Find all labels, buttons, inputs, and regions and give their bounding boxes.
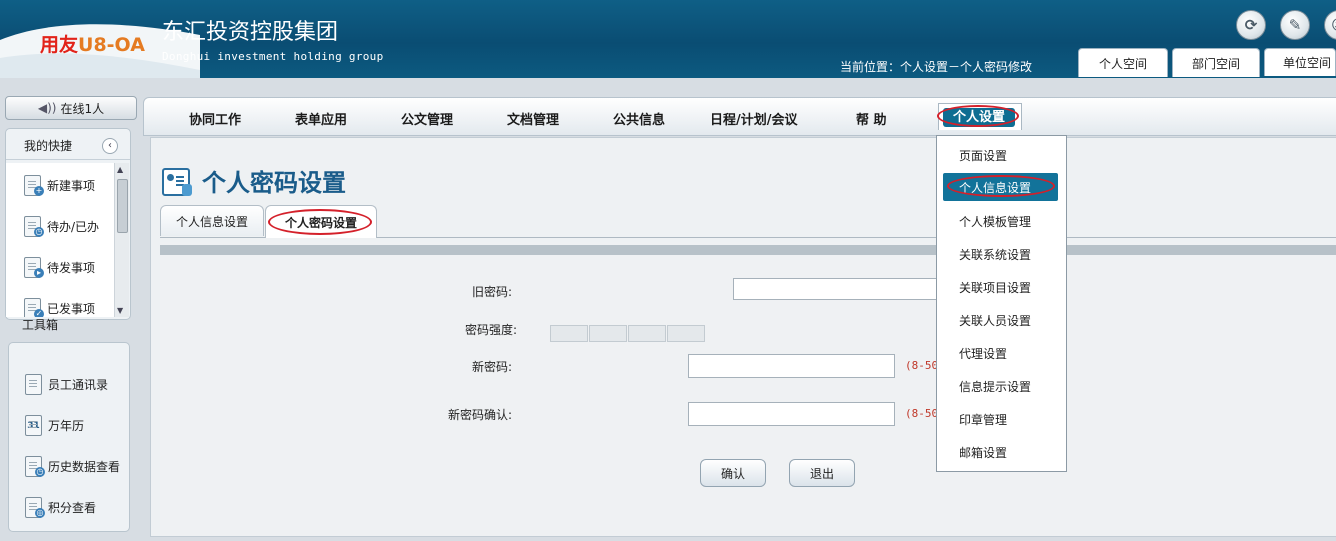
- tab-personal-password[interactable]: 个人密码设置: [265, 205, 377, 238]
- strength-segment: [628, 325, 666, 342]
- online-users-button[interactable]: ◀)) 在线1人: [5, 96, 137, 120]
- strength-segment: [550, 325, 588, 342]
- tab-personal-info[interactable]: 个人信息设置: [160, 205, 264, 236]
- annotation-ring: [947, 175, 1055, 197]
- tools-icon[interactable]: ✎: [1280, 10, 1310, 40]
- logo-brand: 用友: [40, 34, 79, 56]
- tab-personal-space[interactable]: 个人空间: [1078, 48, 1168, 77]
- tab-department-space[interactable]: 部门空间: [1172, 48, 1260, 77]
- quick-links-list: + 新建事项 ◷ 待办/已办 ▸ 待发事项 ✓ 已发事项: [6, 163, 114, 317]
- new-password-hint: (8-50: [905, 359, 939, 372]
- annotation-ring: [268, 209, 372, 235]
- annotation-ring: [937, 105, 1019, 127]
- old-password-label: 旧密码:: [472, 285, 513, 299]
- scroll-thumb[interactable]: [117, 179, 128, 233]
- menu-item-template[interactable]: 个人模板管理: [959, 213, 1031, 230]
- sent-icon: ✓: [22, 297, 44, 317]
- nav-schedule[interactable]: 日程/计划/会议: [710, 109, 798, 128]
- directory-icon: [23, 373, 45, 395]
- toolbox-title: 工具箱: [22, 318, 59, 332]
- nav-personal-settings[interactable]: 个人设置: [937, 103, 1022, 130]
- strength-segment: [667, 325, 705, 342]
- todo-icon: ◷: [22, 215, 44, 237]
- menu-item-linked-systems[interactable]: 关联系统设置: [959, 246, 1031, 263]
- quick-links-scrollbar[interactable]: ▲ ▼: [114, 163, 129, 317]
- confirm-password-hint: (8-50: [905, 407, 939, 420]
- toolbox-item-points[interactable]: ◎ 积分查看: [23, 494, 96, 520]
- toolbox-item-label: 积分查看: [48, 500, 97, 515]
- form-header-band: [160, 245, 1336, 255]
- password-strength-meter: [550, 325, 706, 342]
- page-title-text: 个人密码设置: [202, 169, 346, 197]
- strength-segment: [589, 325, 627, 342]
- menu-item-page-settings[interactable]: 页面设置: [959, 147, 1007, 164]
- confirm-button[interactable]: 确认: [700, 459, 766, 487]
- menu-item-notifications[interactable]: 信息提示设置: [959, 378, 1031, 395]
- new-item-icon: +: [22, 174, 44, 196]
- quick-links-header: 我的快捷 ‹: [6, 129, 130, 160]
- menu-item-linked-people[interactable]: 关联人员设置: [959, 312, 1031, 329]
- calendar-icon: 31: [23, 414, 45, 436]
- refresh-icon[interactable]: ⟳: [1236, 10, 1266, 40]
- password-settings-icon: [162, 166, 192, 196]
- settings-tabs: 个人信息设置 个人密码设置: [160, 205, 1336, 238]
- user-icon[interactable]: ☺: [1324, 10, 1336, 40]
- toolbox-item-label: 万年历: [48, 418, 85, 433]
- menu-item-seals[interactable]: 印章管理: [959, 411, 1007, 428]
- personal-settings-menu: 页面设置 个人信息设置 个人模板管理 关联系统设置 关联项目设置 关联人员设置 …: [936, 135, 1067, 472]
- new-password-label: 新密码:: [472, 360, 513, 374]
- nav-official-docs[interactable]: 公文管理: [401, 109, 453, 128]
- new-password-input[interactable]: [688, 354, 895, 378]
- toolbox-item-calendar[interactable]: 31 万年历: [23, 412, 84, 438]
- tab-unit-space[interactable]: 单位空间: [1264, 48, 1336, 76]
- points-icon: ◎: [23, 496, 45, 518]
- quick-item-sent[interactable]: ✓ 已发事项: [22, 296, 95, 317]
- company-name-en: Donghui investment holding group: [162, 50, 384, 63]
- menu-item-linked-projects[interactable]: 关联项目设置: [959, 279, 1031, 296]
- main-nav: 协同工作 表单应用 公文管理 文档管理 公共信息 日程/计划/会议 帮 助 个人…: [143, 97, 1336, 136]
- exit-button[interactable]: 退出: [789, 459, 855, 487]
- quick-links-panel: 我的快捷 ‹ + 新建事项 ◷ 待办/已办 ▸ 待发事项 ✓ 已发事项 ▲ ▼: [5, 128, 131, 320]
- quick-links-title: 我的快捷: [24, 139, 73, 153]
- company-name-cn: 东汇投资控股集团: [162, 20, 339, 45]
- confirm-password-input[interactable]: [688, 402, 895, 426]
- nav-forms[interactable]: 表单应用: [295, 109, 347, 128]
- menu-item-mailbox[interactable]: 邮箱设置: [959, 444, 1007, 461]
- pending-send-icon: ▸: [22, 256, 44, 278]
- quick-item-label: 已发事项: [47, 301, 96, 316]
- speaker-icon: ◀)): [37, 101, 57, 115]
- nav-public-info[interactable]: 公共信息: [613, 109, 665, 128]
- app-header: 用友U8-OA 东汇投资控股集团 Donghui investment hold…: [0, 0, 1336, 78]
- page-title: 个人密码设置: [162, 163, 346, 198]
- menu-item-delegate[interactable]: 代理设置: [959, 345, 1007, 362]
- nav-documents[interactable]: 文档管理: [507, 109, 559, 128]
- old-password-input[interactable]: [733, 278, 943, 300]
- product-logo: 用友U8-OA: [40, 30, 145, 57]
- scroll-up-icon[interactable]: ▲: [117, 165, 123, 174]
- toolbox-item-history[interactable]: ◷ 历史数据查看: [23, 453, 120, 479]
- scroll-down-icon[interactable]: ▼: [117, 306, 123, 315]
- online-count: 在线1人: [60, 101, 105, 116]
- quick-item-new[interactable]: + 新建事项: [22, 173, 95, 197]
- quick-item-todo[interactable]: ◷ 待办/已办: [22, 214, 99, 238]
- menu-item-personal-info[interactable]: 个人信息设置: [943, 173, 1058, 201]
- toolbox-panel: 员工通讯录 31 万年历 ◷ 历史数据查看 ◎ 积分查看: [8, 342, 130, 532]
- toolbox-item-label: 历史数据查看: [48, 459, 121, 474]
- quick-item-label: 待办/已办: [47, 219, 100, 234]
- history-icon: ◷: [23, 455, 45, 477]
- nav-collaboration[interactable]: 协同工作: [189, 109, 241, 128]
- toolbox-item-label: 员工通讯录: [48, 377, 109, 392]
- current-location: 当前位置：个人设置－个人密码修改: [840, 60, 1033, 74]
- strength-label: 密码强度:: [465, 323, 518, 337]
- quick-item-label: 新建事项: [47, 178, 96, 193]
- collapse-icon[interactable]: ‹: [102, 138, 118, 154]
- confirm-password-label: 新密码确认:: [448, 408, 513, 422]
- logo-product: U8-OA: [78, 34, 145, 56]
- quick-item-label: 待发事项: [47, 260, 96, 275]
- toolbox-item-directory[interactable]: 员工通讯录: [23, 371, 108, 397]
- nav-help[interactable]: 帮 助: [856, 109, 887, 128]
- quick-item-pending[interactable]: ▸ 待发事项: [22, 255, 95, 279]
